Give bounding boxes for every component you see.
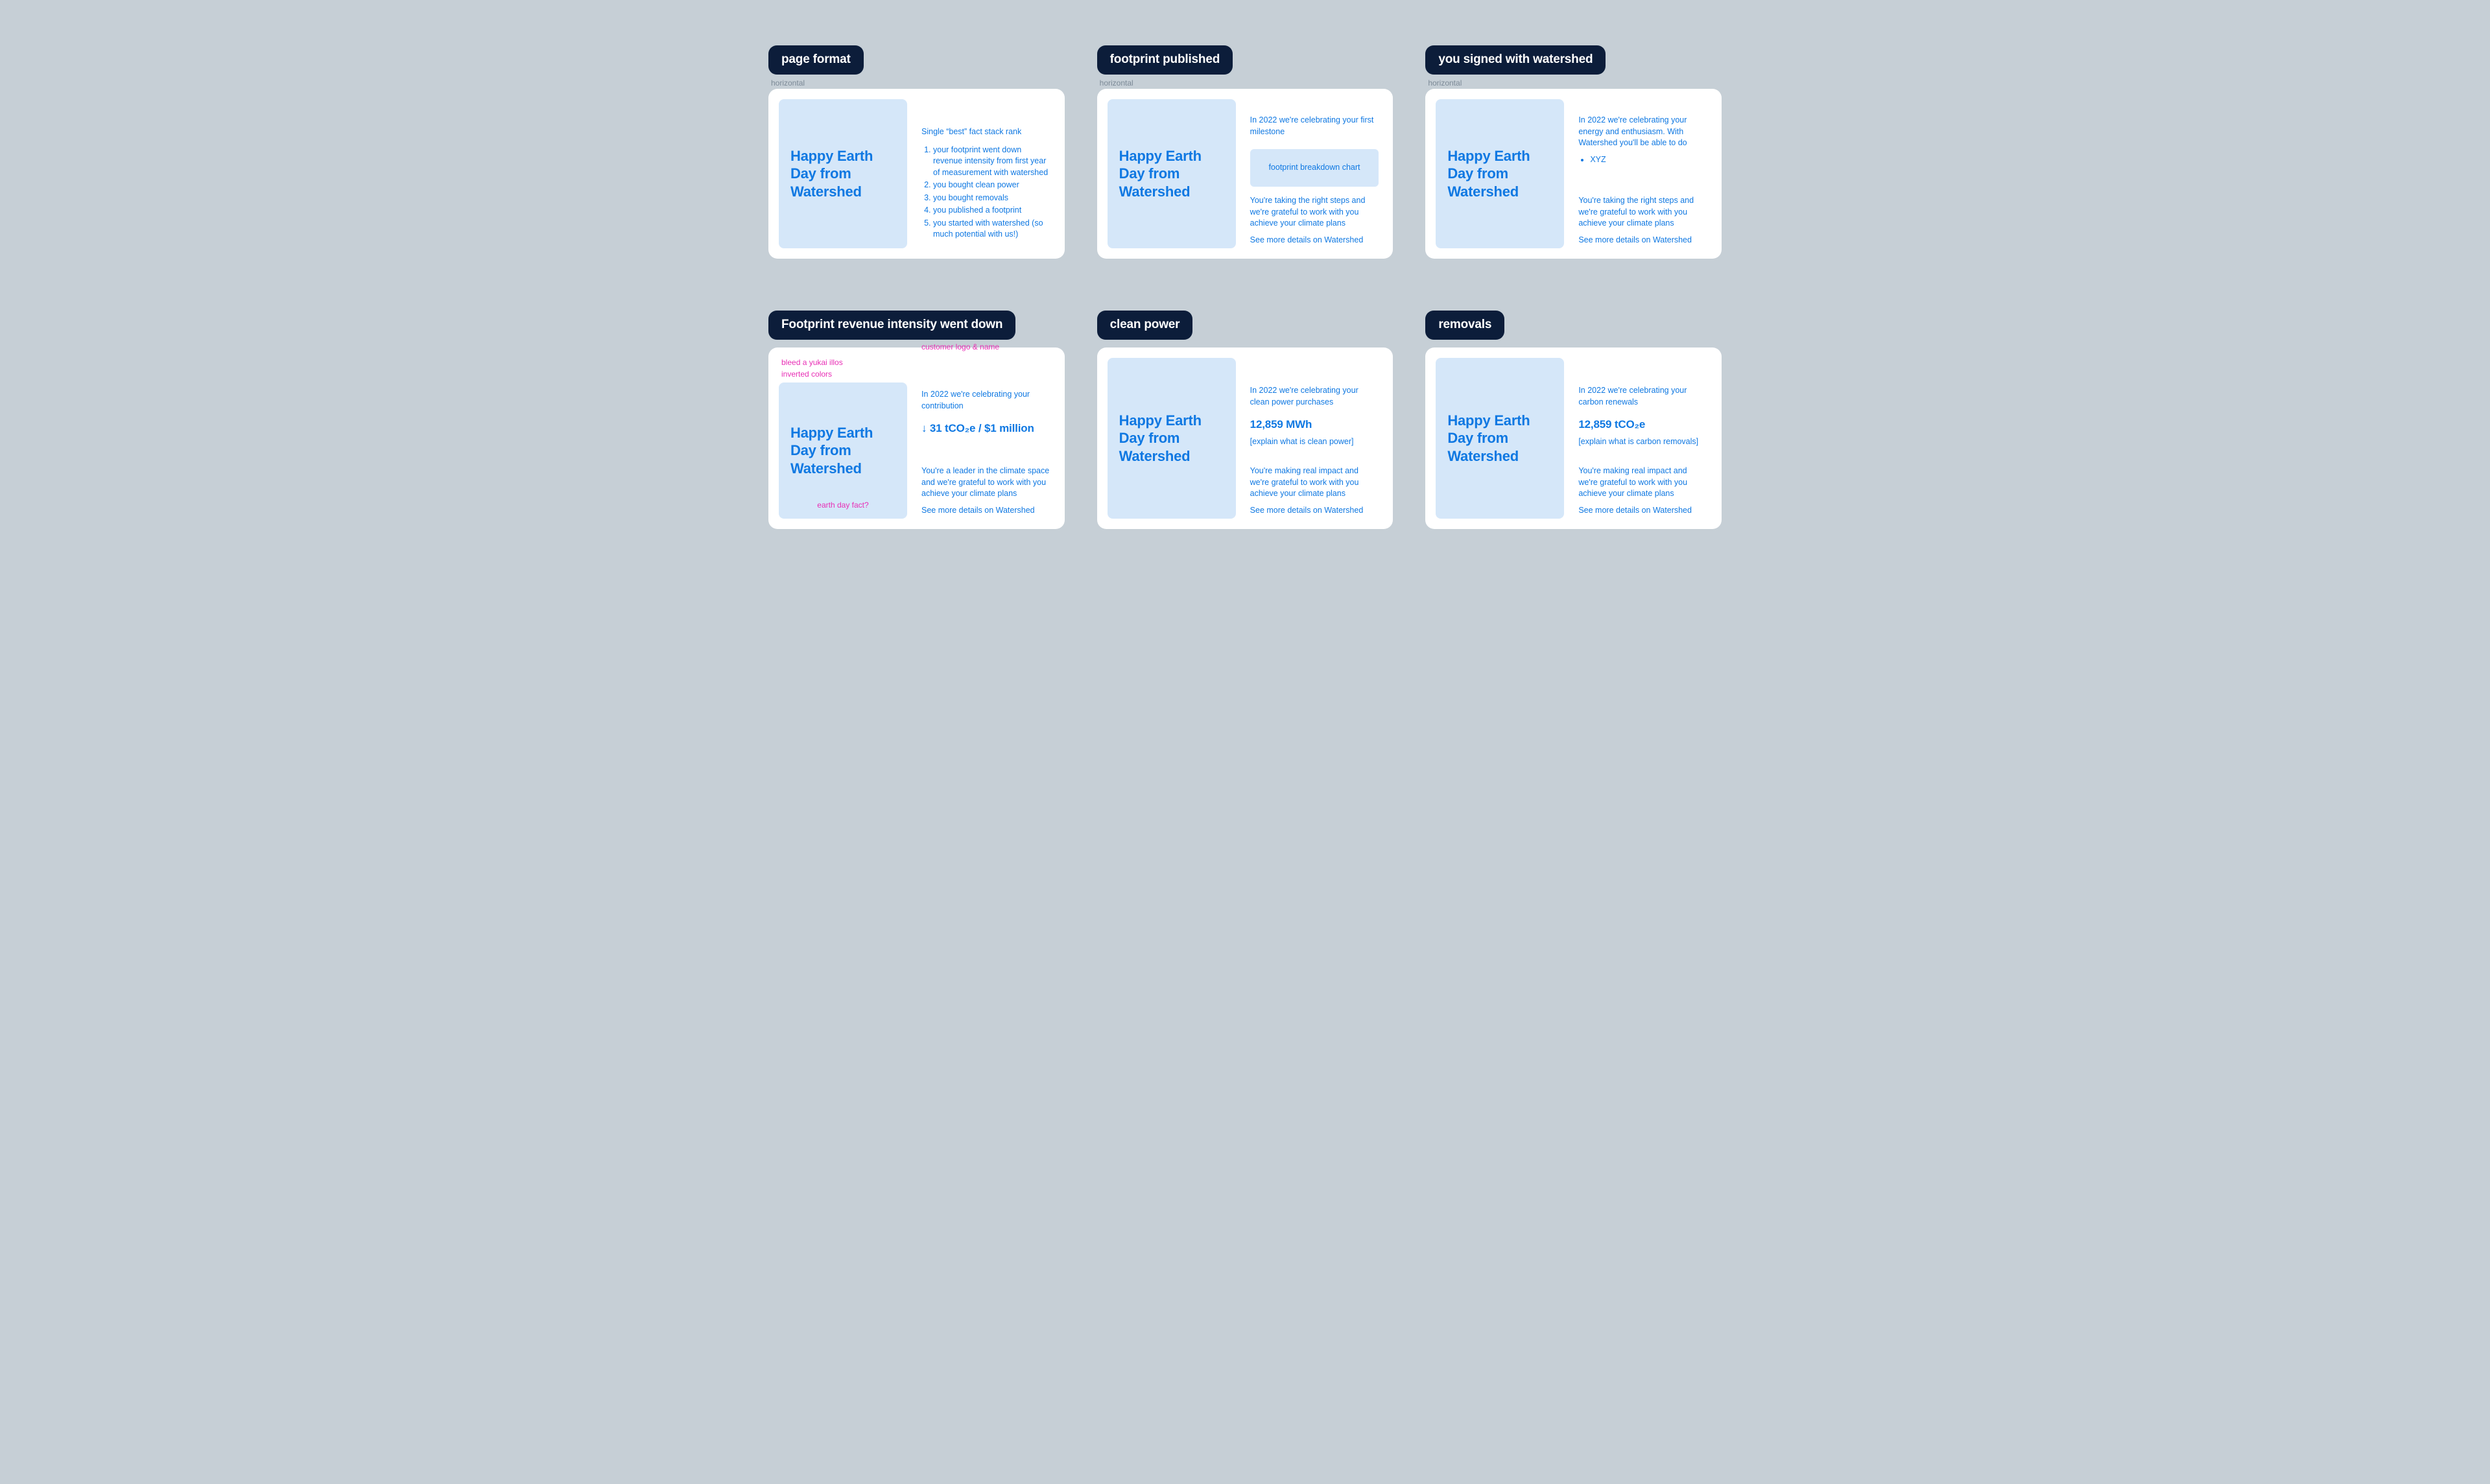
frame-removals: removals Happy Earth Day from Watershed … [1425, 311, 1722, 529]
frame-clean-power: clean power Happy Earth Day from Watersh… [1097, 311, 1393, 529]
chip-clean-power: clean power [1097, 311, 1193, 340]
intro-text: In 2022 we're celebrating your carbon re… [1578, 385, 1707, 408]
closing-block: You're a leader in the climate space and… [921, 465, 1050, 519]
hero-title: Happy Earth Day from Watershed [1447, 412, 1552, 465]
frame-signed: you signed with watershed horizontal Hap… [1425, 45, 1722, 259]
explain-text: [explain what is carbon removals] [1578, 436, 1707, 448]
closing-block: You're taking the right steps and we're … [1578, 195, 1707, 248]
hero-title: Happy Earth Day from Watershed [790, 424, 895, 478]
hero-panel: Happy Earth Day from Watershed [1436, 99, 1564, 248]
closing-text: You're making real impact and we're grat… [1578, 465, 1707, 500]
hero-panel: Happy Earth Day from Watershed [1436, 358, 1564, 519]
rank-item: your footprint went down revenue intensi… [933, 145, 1050, 179]
content-clean-power: In 2022 we're celebrating your clean pow… [1250, 358, 1383, 519]
orientation-label: horizontal [771, 78, 1065, 88]
chip-removals: removals [1425, 311, 1504, 340]
hero-panel: Happy Earth Day from Watershed [779, 99, 907, 248]
content-removals: In 2022 we're celebrating your carbon re… [1578, 358, 1711, 519]
content-intensity: customer logo & name In 2022 we're celeb… [921, 358, 1054, 519]
explain-text: [explain what is clean power] [1250, 436, 1379, 448]
closing-text: You're making real impact and we're grat… [1250, 465, 1379, 500]
frame-grid: page format horizontal Happy Earth Day f… [768, 45, 1722, 529]
closing-block: You're making real impact and we're grat… [1250, 465, 1379, 519]
hero-title: Happy Earth Day from Watershed [790, 147, 895, 201]
frame-footprint-published: footprint published horizontal Happy Ear… [1097, 45, 1393, 259]
content-signed: In 2022 we're celebrating your energy an… [1578, 99, 1711, 248]
details-link[interactable]: See more details on Watershed [1578, 505, 1707, 517]
rank-list: your footprint went down revenue intensi… [921, 143, 1050, 241]
closing-text: You're a leader in the climate space and… [921, 465, 1050, 500]
clean-power-stat: 12,859 MWh [1250, 417, 1379, 432]
chip-signed: you signed with watershed [1425, 45, 1606, 75]
list-item: XYZ [1590, 154, 1707, 166]
chip-page-format: page format [768, 45, 864, 75]
chip-intensity: Footprint revenue intensity went down [768, 311, 1015, 340]
frame-page-format: page format horizontal Happy Earth Day f… [768, 45, 1065, 259]
closing-text: You're taking the right steps and we're … [1578, 195, 1707, 230]
orientation-label: horizontal [1428, 78, 1722, 88]
details-link[interactable]: See more details on Watershed [1250, 235, 1379, 246]
orientation-label: horizontal [1100, 78, 1393, 88]
note-bleed-line: bleed a yukai illos [781, 357, 843, 368]
intro-text: In 2022 we're celebrating your contribut… [921, 389, 1050, 412]
closing-block: You're making real impact and we're grat… [1578, 465, 1707, 519]
rank-intro: Single “best” fact stack rank [921, 126, 1050, 138]
card-page-format: Happy Earth Day from Watershed Single “b… [768, 89, 1065, 259]
details-link[interactable]: See more details on Watershed [1250, 505, 1379, 517]
hero-panel: Happy Earth Day from Watershed earth day… [779, 383, 907, 519]
rank-item: you bought removals [933, 193, 1050, 204]
intro-text: In 2022 we're celebrating your clean pow… [1250, 385, 1379, 408]
intro-text: In 2022 we're celebrating your energy an… [1578, 115, 1707, 149]
note-bleed-and-inverted: bleed a yukai illos inverted colors [781, 357, 843, 380]
rank-item: you bought clean power [933, 180, 1050, 191]
intro-text: In 2022 we're celebrating your first mil… [1250, 115, 1379, 137]
intensity-stat: ↓ 31 tCO₂e / $1 million [921, 421, 1050, 436]
hero-panel: Happy Earth Day from Watershed [1108, 358, 1236, 519]
note-inverted-line: inverted colors [781, 368, 843, 380]
hero-title: Happy Earth Day from Watershed [1447, 147, 1552, 201]
card-footprint-published: Happy Earth Day from Watershed In 2022 w… [1097, 89, 1393, 259]
note-earth-day-fact: earth day fact? [781, 499, 905, 511]
content-footprint-published: In 2022 we're celebrating your first mil… [1250, 99, 1383, 248]
hero-panel: Happy Earth Day from Watershed [1108, 99, 1236, 248]
hero-title: Happy Earth Day from Watershed [1119, 412, 1224, 465]
hero-title: Happy Earth Day from Watershed [1119, 147, 1224, 201]
card-removals: Happy Earth Day from Watershed In 2022 w… [1425, 347, 1722, 529]
note-customer-logo: customer logo & name [921, 341, 999, 353]
card-clean-power: Happy Earth Day from Watershed In 2022 w… [1097, 347, 1393, 529]
rank-item: you started with watershed (so much pote… [933, 218, 1050, 241]
closing-text: You're taking the right steps and we're … [1250, 195, 1379, 230]
card-signed: Happy Earth Day from Watershed In 2022 w… [1425, 89, 1722, 259]
rank-item: you published a footprint [933, 205, 1050, 217]
closing-block: You're taking the right steps and we're … [1250, 195, 1379, 248]
content-page-format: Single “best” fact stack rank your footp… [921, 99, 1054, 248]
removals-stat: 12,859 tCO₂e [1578, 417, 1707, 432]
details-link[interactable]: See more details on Watershed [1578, 235, 1707, 246]
details-link[interactable]: See more details on Watershed [921, 505, 1050, 517]
chip-footprint-published: footprint published [1097, 45, 1233, 75]
frame-intensity: Footprint revenue intensity went down bl… [768, 311, 1065, 529]
capabilities-list: XYZ [1578, 154, 1707, 166]
footprint-breakdown-chart-placeholder: footprint breakdown chart [1250, 149, 1379, 187]
card-intensity: bleed a yukai illos inverted colors Happ… [768, 347, 1065, 529]
